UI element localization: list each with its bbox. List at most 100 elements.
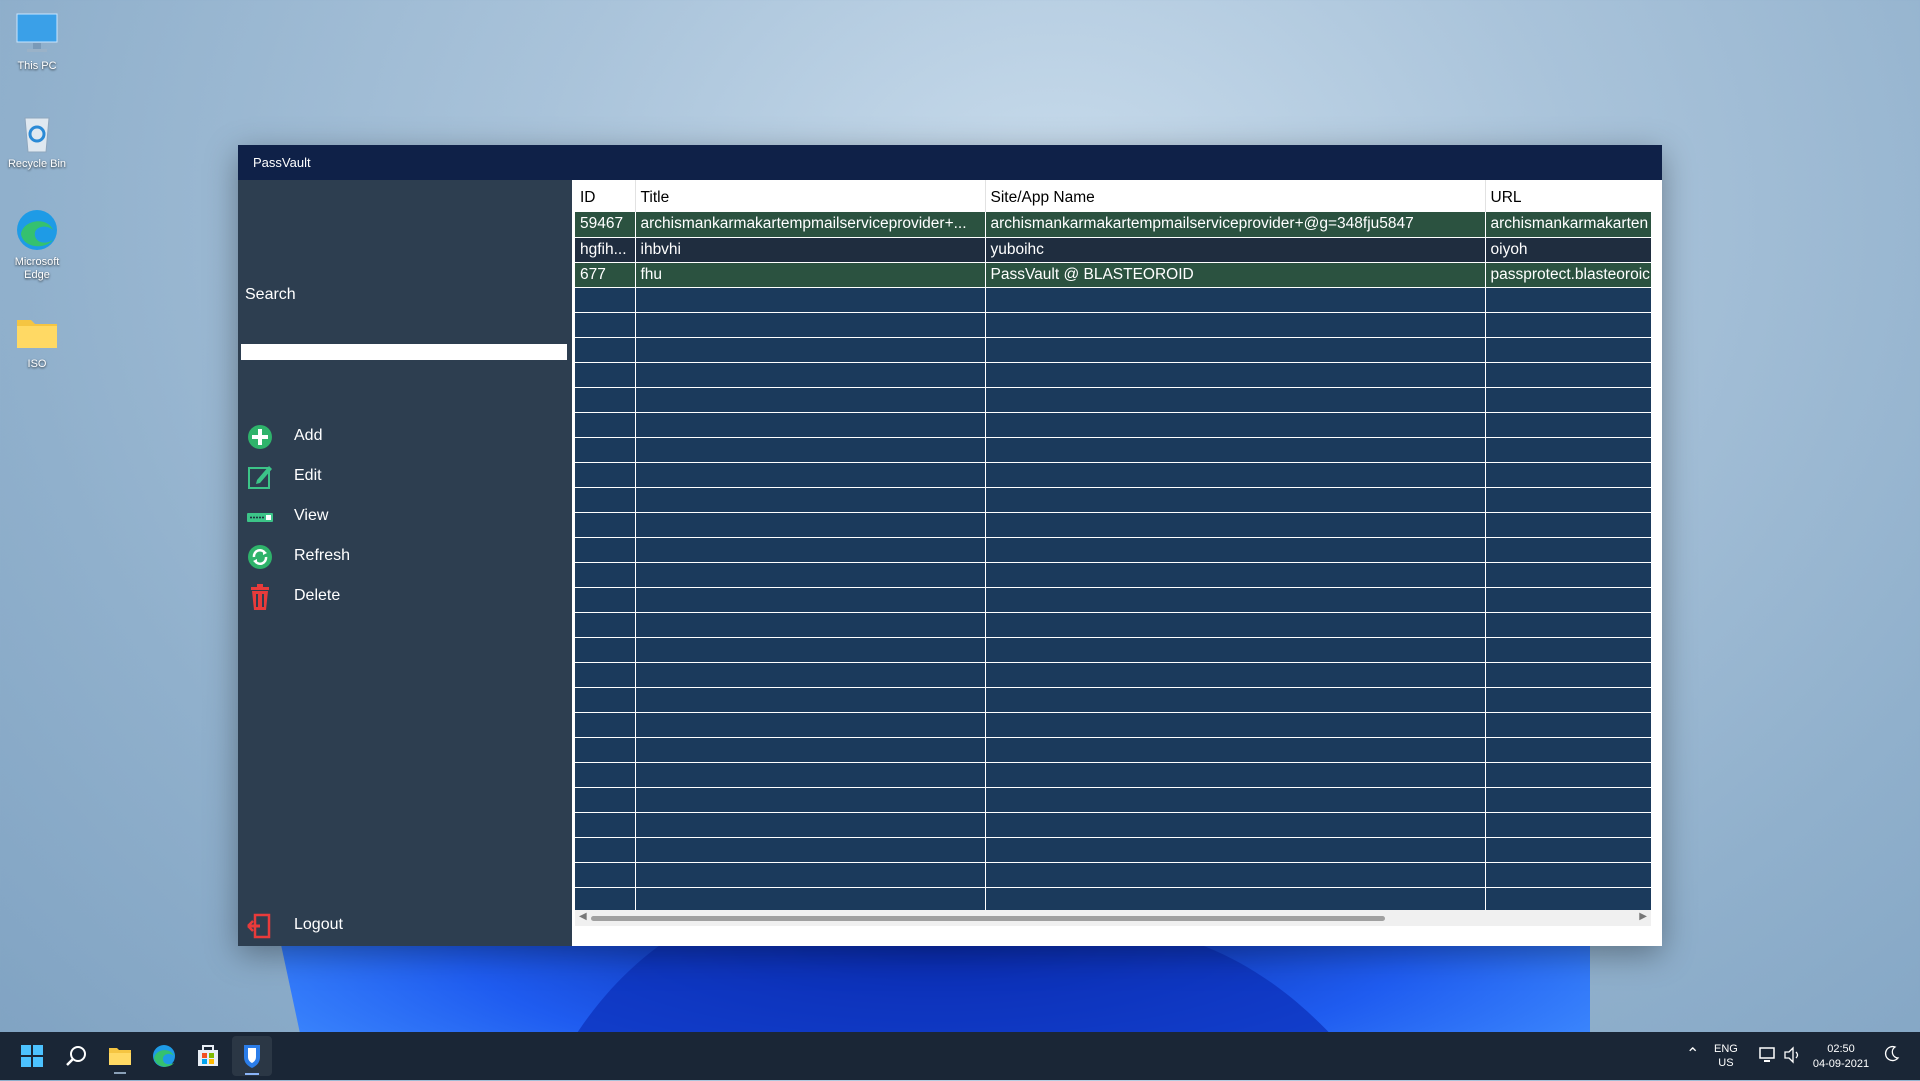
- cell-site: PassVault @ BLASTEOROID: [985, 262, 1486, 288]
- empty-cell: [575, 512, 636, 538]
- empty-cell: [985, 837, 1486, 863]
- delete-icon: [246, 583, 274, 611]
- empty-cell: [635, 337, 986, 363]
- cell-site: archismankarmakartempmailserviceprovider…: [985, 212, 1486, 238]
- empty-table-row: [575, 412, 1651, 438]
- table-row[interactable]: 59467 archismankarmakartempmailservicepr…: [575, 212, 1651, 238]
- empty-cell: [1485, 312, 1651, 338]
- empty-cell: [635, 887, 986, 910]
- empty-cell: [985, 287, 1486, 313]
- desktop-icon-label: ISO: [27, 358, 47, 370]
- logout-label: Logout: [294, 916, 343, 933]
- scroll-right-icon[interactable]: ▶: [1639, 911, 1647, 922]
- desktop-icon-edge[interactable]: Microsoft Edge: [6, 206, 68, 282]
- title-bar[interactable]: PassVault: [238, 145, 1662, 180]
- column-header-url[interactable]: URL: [1485, 180, 1651, 212]
- cell-id: 59467: [575, 212, 636, 238]
- edge-button[interactable]: [144, 1036, 184, 1076]
- empty-table-row: [575, 762, 1651, 788]
- cell-title: archismankarmakartempmailserviceprovider…: [635, 212, 986, 238]
- empty-cell: [1485, 287, 1651, 313]
- add-icon: [246, 423, 274, 451]
- folder-icon: [109, 1048, 131, 1074]
- empty-table-row: [575, 887, 1651, 910]
- empty-cell: [1485, 387, 1651, 413]
- empty-cell: [575, 412, 636, 438]
- empty-cell: [985, 537, 1486, 563]
- password-grid[interactable]: ID Title Site/App Name URL 59467 archism…: [575, 180, 1651, 910]
- edit-label: Edit: [294, 467, 322, 484]
- view-button[interactable]: View: [238, 500, 572, 534]
- empty-cell: [985, 387, 1486, 413]
- empty-cell: [985, 737, 1486, 763]
- desktop-icon-this-pc[interactable]: This PC: [6, 10, 68, 73]
- empty-cell: [635, 512, 986, 538]
- empty-cell: [635, 837, 986, 863]
- empty-cell: [575, 787, 636, 813]
- scroll-left-icon[interactable]: ◀: [579, 911, 587, 922]
- store-button[interactable]: [188, 1036, 228, 1076]
- empty-cell: [575, 762, 636, 788]
- clock[interactable]: 02:50 04-09-2021: [1808, 1042, 1874, 1072]
- desktop-icon-label: Microsoft Edge: [14, 256, 60, 281]
- column-header-site[interactable]: Site/App Name: [985, 180, 1486, 212]
- edit-button[interactable]: Edit: [238, 460, 572, 494]
- desktop-icon-iso[interactable]: ISO: [6, 308, 68, 371]
- empty-table-row: [575, 537, 1651, 563]
- focus-assist-icon[interactable]: [1884, 1045, 1900, 1066]
- table-row[interactable]: hgfih... ihbvhi yuboihc oiyoh: [575, 237, 1651, 263]
- clock-date: 04-09-2021: [1812, 1058, 1870, 1070]
- language-code: ENG: [1714, 1043, 1738, 1055]
- empty-cell: [1485, 762, 1651, 788]
- file-explorer-button[interactable]: [100, 1036, 140, 1076]
- empty-cell: [635, 437, 986, 463]
- empty-cell: [635, 362, 986, 388]
- empty-cell: [985, 687, 1486, 713]
- recycle-bin-icon: [13, 108, 61, 156]
- empty-cell: [635, 687, 986, 713]
- empty-table-row: [575, 487, 1651, 513]
- logout-icon: [246, 912, 274, 940]
- search-button[interactable]: [56, 1036, 96, 1076]
- empty-cell: [635, 712, 986, 738]
- desktop-icon-recycle-bin[interactable]: Recycle Bin: [6, 108, 68, 171]
- cell-title: fhu: [635, 262, 986, 288]
- empty-cell: [635, 612, 986, 638]
- empty-cell: [1485, 612, 1651, 638]
- empty-cell: [575, 837, 636, 863]
- passvault-taskbar-button[interactable]: [232, 1036, 272, 1076]
- refresh-icon: [246, 543, 274, 571]
- start-button[interactable]: [12, 1036, 52, 1076]
- scroll-thumb[interactable]: [591, 916, 1385, 921]
- empty-cell: [575, 862, 636, 888]
- search-input[interactable]: [241, 344, 567, 360]
- edit-icon: [246, 463, 274, 491]
- empty-cell: [1485, 787, 1651, 813]
- horizontal-scrollbar[interactable]: ◀ ▶: [575, 910, 1651, 926]
- edge-icon: [13, 206, 61, 254]
- empty-cell: [1485, 462, 1651, 488]
- empty-cell: [635, 787, 986, 813]
- column-header-title[interactable]: Title: [635, 180, 986, 212]
- delete-button[interactable]: Delete: [238, 580, 572, 614]
- empty-cell: [635, 812, 986, 838]
- store-icon: [198, 1045, 218, 1066]
- show-hidden-icons[interactable]: ⌃: [1686, 1044, 1699, 1064]
- refresh-button[interactable]: Refresh: [238, 540, 572, 574]
- table-row[interactable]: 677 fhu PassVault @ BLASTEOROID passprot…: [575, 262, 1651, 288]
- language-indicator[interactable]: ENG US: [1714, 1042, 1738, 1070]
- empty-cell: [575, 712, 636, 738]
- empty-cell: [1485, 587, 1651, 613]
- empty-cell: [985, 312, 1486, 338]
- add-label: Add: [294, 427, 323, 444]
- empty-cell: [985, 787, 1486, 813]
- network-icon[interactable]: [1758, 1045, 1778, 1068]
- logout-button[interactable]: Logout: [238, 909, 572, 943]
- column-header-id[interactable]: ID: [575, 180, 636, 212]
- cell-url: archismankarmakarten: [1485, 212, 1651, 238]
- volume-icon[interactable]: [1782, 1045, 1802, 1068]
- empty-table-row: [575, 387, 1651, 413]
- cell-title: ihbvhi: [635, 237, 986, 263]
- edge-icon: [153, 1045, 175, 1067]
- add-button[interactable]: Add: [238, 420, 572, 454]
